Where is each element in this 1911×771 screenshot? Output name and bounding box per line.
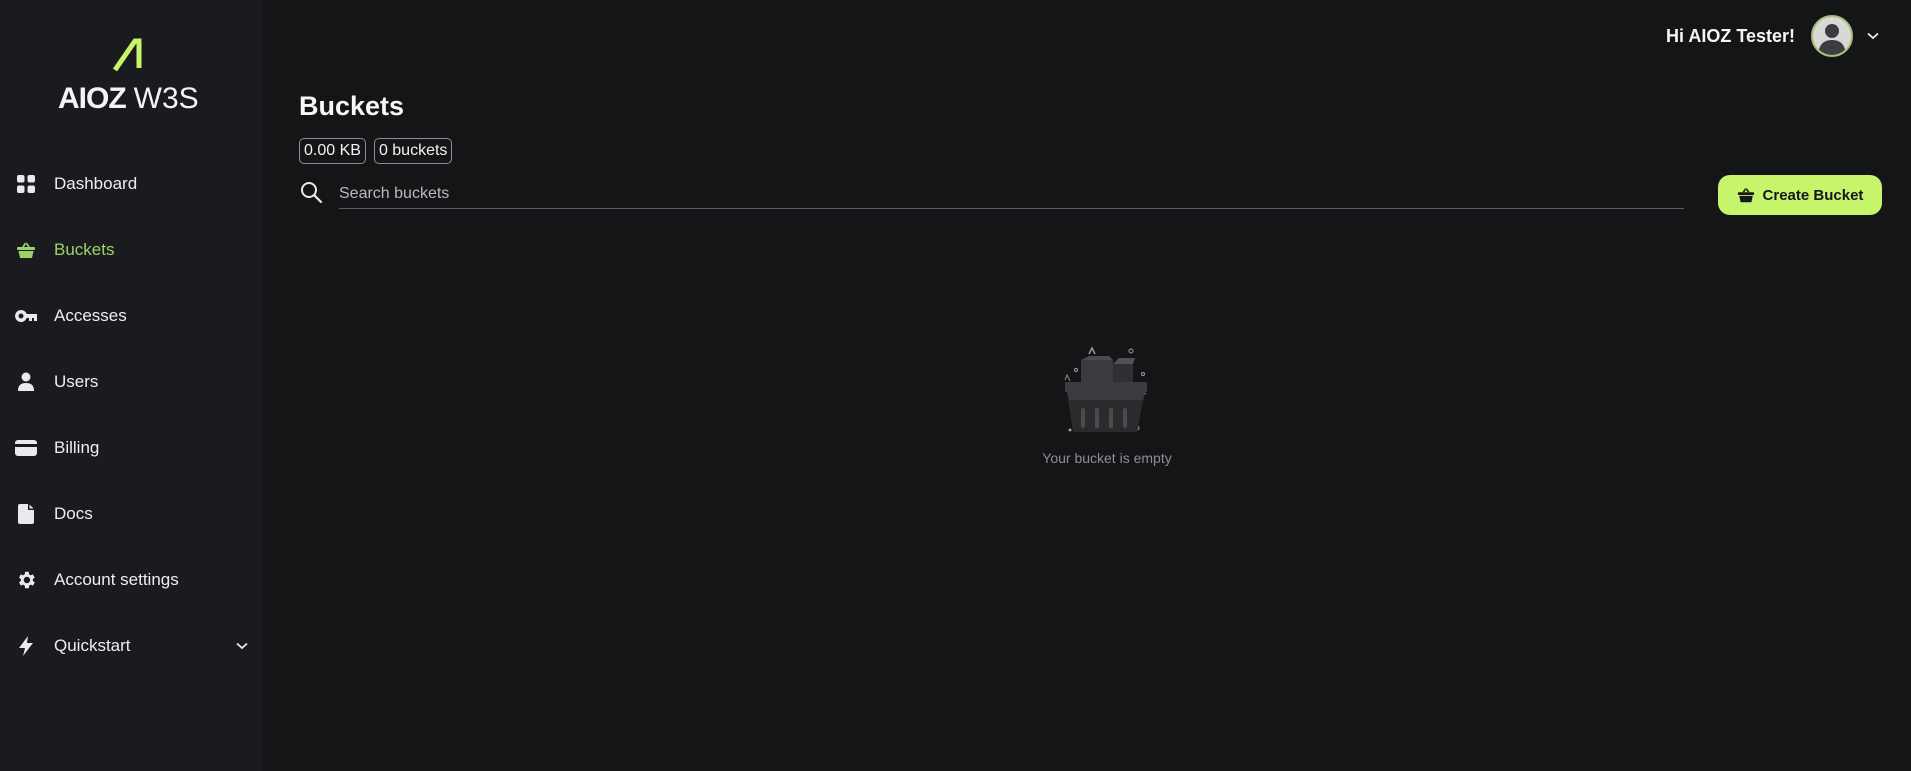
brand-bold: AIOZ xyxy=(58,82,127,115)
user-icon xyxy=(14,370,38,394)
avatar[interactable] xyxy=(1811,15,1853,57)
document-icon xyxy=(14,502,38,526)
empty-bucket-illustration-icon xyxy=(1064,346,1147,432)
sidebar-item-dashboard[interactable]: Dashboard xyxy=(0,151,262,217)
sidebar-item-billing[interactable]: Billing xyxy=(0,415,262,481)
brand-light: W3S xyxy=(133,82,199,115)
sidebar-item-accesses[interactable]: Accesses xyxy=(0,283,262,349)
sidebar-item-label: Account settings xyxy=(54,570,179,589)
sidebar-item-account-settings[interactable]: Account settings xyxy=(0,547,262,613)
sidebar: AIOZ W3S Dashboard Buckets Accesses User… xyxy=(0,0,262,771)
sidebar-item-label: Docs xyxy=(54,504,93,523)
gear-icon xyxy=(14,568,38,592)
sidebar-item-label: Dashboard xyxy=(54,174,138,193)
brand-logo[interactable]: AIOZ W3S xyxy=(58,38,199,118)
credit-card-icon xyxy=(14,436,38,460)
basket-icon xyxy=(14,238,38,262)
sidebar-item-label: Accesses xyxy=(54,306,127,325)
sidebar-item-users[interactable]: Users xyxy=(0,349,262,415)
empty-state: Your bucket is empty xyxy=(1012,340,1202,466)
page-title: Buckets xyxy=(299,91,405,121)
key-icon xyxy=(14,304,38,328)
dashboard-grid-icon xyxy=(14,172,38,196)
sidebar-item-label: Users xyxy=(54,372,99,391)
basket-icon xyxy=(1737,186,1755,204)
avatar-person-icon xyxy=(1818,24,1846,55)
sidebar-item-label: Buckets xyxy=(54,240,115,259)
sidebar-nav: Dashboard Buckets Accesses Users Billing… xyxy=(0,151,262,679)
sidebar-item-docs[interactable]: Docs xyxy=(0,481,262,547)
brand-wordmark: AIOZ W3S xyxy=(58,82,199,116)
search-bar xyxy=(299,172,1684,212)
sidebar-item-buckets[interactable]: Buckets xyxy=(0,217,262,283)
app-root: AIOZ W3S Dashboard Buckets Accesses User… xyxy=(0,0,1911,771)
main-content: Hi AIOZ Tester! Buckets 0.00 KB 0 bucket… xyxy=(262,0,1911,771)
create-bucket-button[interactable]: Create Bucket xyxy=(1718,175,1882,215)
aioz-logo-mark-icon xyxy=(113,38,142,72)
create-bucket-label: Create Bucket xyxy=(1762,186,1864,204)
bucket-count-badge: 0 buckets xyxy=(373,138,453,164)
user-greeting: Hi AIOZ Tester! xyxy=(1665,25,1795,46)
lightning-icon xyxy=(14,634,38,658)
sidebar-item-quickstart[interactable]: Quickstart xyxy=(0,613,262,679)
search-icon xyxy=(301,182,323,204)
user-menu-chevron-down-icon[interactable] xyxy=(1867,32,1879,40)
empty-state-message: Your bucket is empty xyxy=(1042,450,1172,466)
sidebar-item-label: Billing xyxy=(54,438,100,457)
search-input[interactable] xyxy=(339,175,1684,209)
user-header: Hi AIOZ Tester! xyxy=(1666,0,1911,72)
chevron-down-icon[interactable] xyxy=(236,637,248,655)
storage-size-badge: 0.00 KB xyxy=(299,138,366,164)
bucket-stats: 0.00 KB 0 buckets xyxy=(299,138,453,164)
sidebar-item-label: Quickstart xyxy=(54,636,131,655)
